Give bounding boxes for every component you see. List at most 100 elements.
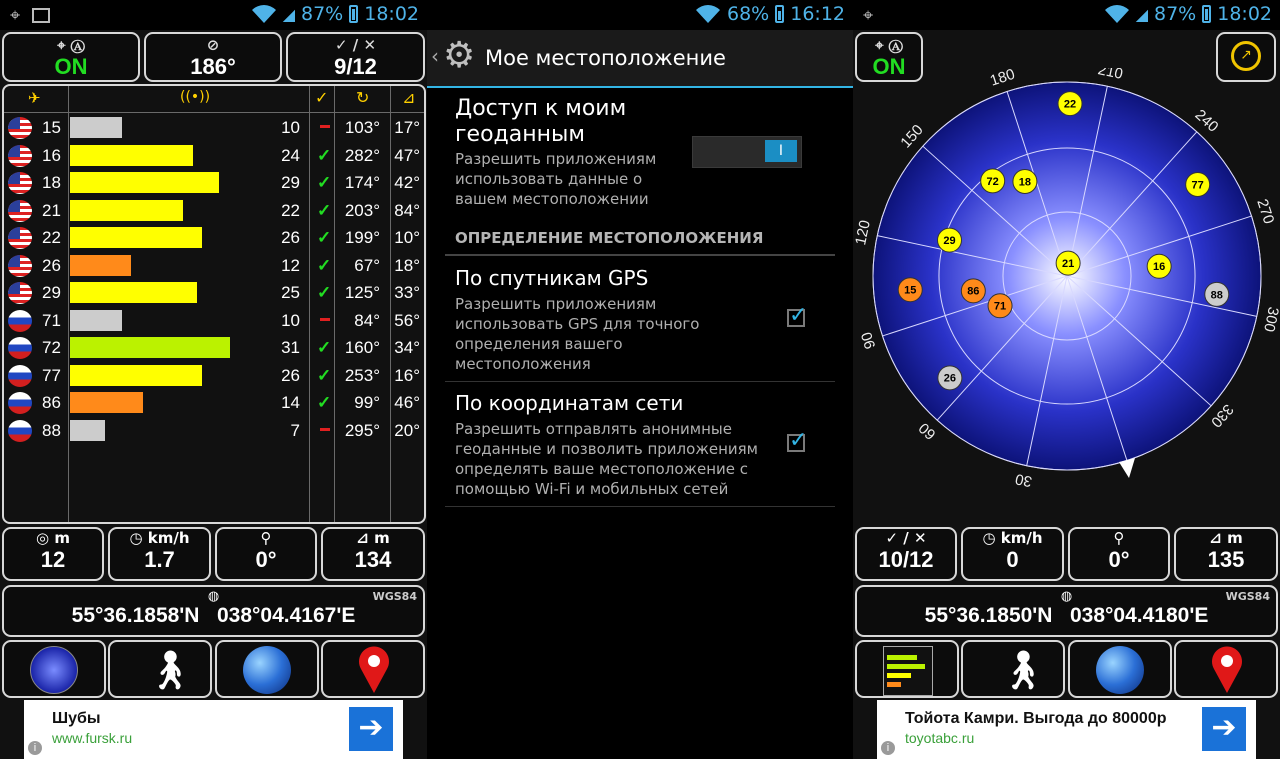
- latitude-value: 55°36.1850'N: [924, 604, 1053, 627]
- page-title: Мое местоположение: [485, 46, 726, 70]
- speed-tile[interactable]: ◷ km/h 0: [961, 527, 1064, 581]
- sky-satellite-marker[interactable]: 16: [1146, 253, 1172, 279]
- walk-button[interactable]: 🚶︎: [108, 640, 212, 698]
- ad-arrow-button[interactable]: ➔: [349, 707, 393, 751]
- sky-plot[interactable]: 306090120150180 210240270300330 2272 18 772…: [853, 68, 1280, 488]
- toggle-knob[interactable]: I: [765, 140, 797, 162]
- snr-value: 24: [281, 145, 300, 165]
- ad-banner[interactable]: Шубы www.fursk.ru ➔ i: [24, 700, 403, 759]
- elevation-value: 16°: [394, 365, 420, 385]
- walk-button[interactable]: 🚶︎: [961, 640, 1065, 698]
- access-sub-line: использовать данные о: [455, 170, 643, 188]
- datum-label: WGS84: [372, 590, 417, 603]
- speed-tile[interactable]: ◷ km/h 1.7: [108, 527, 211, 581]
- gps-status-icon: ⌖: [863, 5, 874, 26]
- satellite-row: 71 10 84° 56°: [4, 307, 424, 334]
- globe-button[interactable]: [215, 640, 319, 698]
- unused-dash-icon: [320, 427, 330, 431]
- sky-satellite-marker[interactable]: 88: [1204, 281, 1230, 307]
- signal-bar: [70, 254, 132, 276]
- sky-satellite-marker[interactable]: 72: [980, 168, 1006, 194]
- accuracy-tile[interactable]: ◎ m 12: [2, 527, 104, 581]
- gps-state-tile[interactable]: ⌖ Ⓐ ON: [2, 32, 140, 82]
- compass-label: 120: [853, 219, 874, 247]
- elevation-value: 10°: [394, 228, 420, 247]
- access-toggle[interactable]: I: [692, 136, 802, 168]
- settings-gear-icon[interactable]: ⚙: [443, 36, 475, 76]
- satellite-column-icon: ✈: [28, 89, 41, 107]
- altitude-icon: ⊿: [1209, 529, 1222, 547]
- satellite-table: ✈ ((•)) ✓ ↻ ⊿ 15 10 103° 17° 16 24 ✓ 282° 47° 18 2…: [2, 84, 426, 524]
- no-signal-icon: ◢: [282, 4, 295, 24]
- network-checkbox[interactable]: [787, 428, 807, 453]
- satellite-id: 15: [42, 118, 61, 137]
- satellites-tile[interactable]: ✓ / ✕ 10/12: [855, 527, 957, 581]
- coordinates-tile[interactable]: ◍ WGS84 55°36.1858'N 038°04.4167'E: [2, 585, 425, 637]
- sky-satellite-marker[interactable]: 26: [937, 365, 963, 391]
- heading-tile[interactable]: ⊘ 186°: [144, 32, 282, 82]
- map-pin-button[interactable]: [1174, 640, 1278, 698]
- sky-satellite-id: 21: [1062, 258, 1074, 270]
- walking-person-icon: 🚶︎: [146, 648, 195, 692]
- longitude-value: 038°04.4180'E: [1069, 604, 1209, 627]
- signal-bar: [70, 117, 122, 138]
- gps-title: По спутникам GPS: [455, 266, 649, 290]
- gps-satellite-icon: ⌖ Ⓐ: [875, 36, 903, 54]
- compass-needle-icon: ↗: [1231, 41, 1261, 71]
- bearing-tile[interactable]: ⚲ 0°: [1068, 527, 1170, 581]
- altitude-unit: m: [1227, 529, 1243, 547]
- info-icon[interactable]: i: [28, 741, 42, 755]
- satellites-tile[interactable]: ✓ / ✕ 9/12: [286, 32, 425, 82]
- gps-checkbox[interactable]: [787, 303, 807, 328]
- compass-label: 210: [1096, 68, 1124, 83]
- snr-value: 25: [281, 283, 300, 302]
- globe-button[interactable]: [1068, 640, 1172, 698]
- gps-sub-line: использовать GPS для точного: [455, 315, 700, 333]
- altitude-tile[interactable]: ⊿ m 134: [321, 527, 425, 581]
- network-setting-row[interactable]: По координатам сети Разрешить отправлять…: [427, 391, 853, 501]
- satellite-row: 72 31 ✓ 160° 34°: [4, 334, 424, 361]
- altitude-tile[interactable]: ⊿ m 135: [1174, 527, 1278, 581]
- map-pin-button[interactable]: [321, 640, 425, 698]
- satellite-id: 86: [42, 393, 61, 412]
- snr-value: 26: [281, 365, 300, 385]
- elevation-value: 17°: [394, 118, 420, 137]
- signal-bars-button[interactable]: [855, 640, 959, 698]
- ad-arrow-button[interactable]: ➔: [1202, 707, 1246, 751]
- sky-satellite-marker[interactable]: 18: [1012, 168, 1038, 194]
- sky-satellite-marker[interactable]: 86: [960, 278, 986, 304]
- satellite-id: 88: [42, 420, 61, 440]
- heading-value: 186°: [190, 54, 236, 79]
- sky-satellite-marker[interactable]: 71: [987, 293, 1013, 319]
- info-icon[interactable]: i: [881, 741, 895, 755]
- coordinates-tile[interactable]: ◍ WGS84 55°36.1850'N 038°04.4180'E: [855, 585, 1278, 637]
- sky-satellite-marker[interactable]: 22: [1057, 91, 1083, 117]
- satellite-id: 72: [42, 338, 61, 357]
- sky-satellite-marker[interactable]: 29: [937, 227, 963, 253]
- used-check-icon: ✓: [317, 173, 332, 192]
- russia-flag-icon: [8, 392, 32, 414]
- sky-radar-button[interactable]: [2, 640, 106, 698]
- sky-satellite-marker[interactable]: 15: [897, 277, 923, 303]
- bearing-tile[interactable]: ⚲ 0°: [215, 527, 317, 581]
- used-check-icon: ✓: [317, 338, 332, 357]
- sky-satellite-marker[interactable]: 77: [1185, 172, 1211, 198]
- azimuth-value: 103°: [344, 118, 380, 137]
- altitude-value: 134: [354, 547, 392, 572]
- used-check-icon: ✓: [317, 145, 332, 165]
- elevation-value: 34°: [394, 338, 420, 357]
- location-settings-panel: 68% 16:12 ‹ ⚙ Мое местоположение Доступ …: [427, 0, 853, 759]
- signal-bars-icon: [883, 646, 933, 696]
- russia-flag-icon: [8, 364, 32, 387]
- access-title-line: Доступ к моим: [455, 96, 627, 121]
- signal-bar: [70, 172, 219, 193]
- ad-banner[interactable]: Тойота Камри. Выгода до 80000р toyotabc.…: [877, 700, 1256, 759]
- sky-satellite-marker[interactable]: 21: [1055, 250, 1081, 276]
- back-chevron-icon[interactable]: ‹: [431, 44, 439, 68]
- gps-setting-row[interactable]: По спутникам GPS Разрешить приложениям и…: [427, 266, 853, 376]
- access-setting-row[interactable]: Доступ к моим геоданным Разрешить прилож…: [427, 96, 853, 216]
- sky-satellite-id: 18: [1019, 176, 1031, 188]
- ad-url[interactable]: www.fursk.ru: [52, 730, 132, 746]
- ad-url[interactable]: toyotabc.ru: [905, 730, 974, 746]
- used-satellites-icon: ✓ / ✕: [334, 36, 377, 54]
